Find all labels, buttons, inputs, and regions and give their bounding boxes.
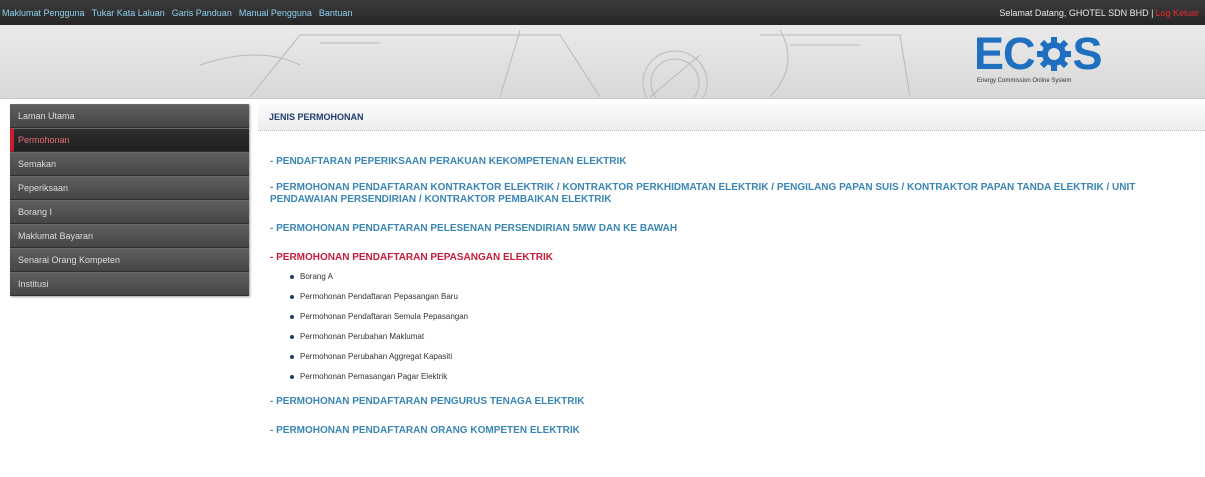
sidebar-item-senarai-orang-kompeten[interactable]: Senarai Orang Kompeten bbox=[10, 248, 249, 272]
list-item[interactable]: Permohonan Pendaftaran Semula Pepasangan bbox=[270, 307, 1190, 327]
nav-tukar-kata-laluan[interactable]: Tukar Kata Laluan bbox=[92, 8, 165, 18]
sidebar-item-peperiksaan[interactable]: Peperiksaan bbox=[10, 176, 249, 200]
nav-maklumat-pengguna[interactable]: Maklumat Pengguna bbox=[2, 8, 85, 18]
subitem-label: Permohonan Perubahan Maklumat bbox=[300, 332, 425, 341]
bullet-icon bbox=[290, 355, 294, 359]
top-bar: Maklumat Pengguna Tukar Kata Laluan Gari… bbox=[0, 0, 1205, 25]
link-pendaftaran-kontraktor[interactable]: - PERMOHONAN PENDAFTARAN KONTRAKTOR ELEK… bbox=[270, 182, 1190, 206]
sidebar-item-institusi[interactable]: Institusi bbox=[10, 272, 249, 296]
bullet-icon bbox=[290, 295, 294, 299]
bullet-icon bbox=[290, 375, 294, 379]
subitem-label: Permohonan Pendaftaran Pepasangan Baru bbox=[300, 292, 458, 301]
nav-bantuan[interactable]: Bantuan bbox=[319, 8, 353, 18]
header-banner: EC S Energy Commission Online System bbox=[0, 25, 1205, 99]
sidebar-item-maklumat-bayaran[interactable]: Maklumat Bayaran bbox=[10, 224, 249, 248]
link-orang-kompeten[interactable]: - PERMOHONAN PENDAFTARAN ORANG KOMPETEN … bbox=[270, 425, 1190, 437]
bullet-icon bbox=[290, 335, 294, 339]
nav-manual-pengguna[interactable]: Manual Pengguna bbox=[239, 8, 312, 18]
link-pendaftaran-peperiksaan[interactable]: - PENDAFTARAN PEPERIKSAAN PERAKUAN KEKOM… bbox=[270, 156, 1190, 168]
gear-icon bbox=[1036, 36, 1071, 71]
pepasangan-subitems: Borang A Permohonan Pendaftaran Pepasang… bbox=[270, 267, 1190, 387]
subitem-label: Permohonan Perubahan Aggregat Kapasiti bbox=[300, 352, 453, 361]
ecos-logo: EC S Energy Commission Online System bbox=[974, 31, 1109, 95]
sidebar-item-laman-utama[interactable]: Laman Utama bbox=[10, 104, 249, 128]
link-pepasangan-elektrik[interactable]: - PERMOHONAN PENDAFTARAN PEPASANGAN ELEK… bbox=[270, 252, 1190, 264]
subitem-label: Borang A bbox=[300, 272, 333, 281]
logout-link[interactable]: Log Keluar bbox=[1155, 8, 1199, 18]
main-content: JENIS PERMOHONAN - PENDAFTARAN PEPERIKSA… bbox=[258, 104, 1205, 477]
sidebar-item-permohonan[interactable]: Permohonan bbox=[10, 128, 249, 152]
logo-text-ec: EC bbox=[974, 28, 1036, 79]
nav-garis-panduan[interactable]: Garis Panduan bbox=[172, 8, 232, 18]
list-item[interactable]: Borang A bbox=[270, 267, 1190, 287]
sidebar-item-borang-i[interactable]: Borang I bbox=[10, 200, 249, 224]
top-nav: Maklumat Pengguna Tukar Kata Laluan Gari… bbox=[2, 0, 359, 25]
application-type-list: - PENDAFTARAN PEPERIKSAAN PERAKUAN KEKOM… bbox=[270, 156, 1190, 437]
list-item[interactable]: Permohonan Perubahan Maklumat bbox=[270, 327, 1190, 347]
welcome-area: Selamat Datang, GHOTEL SDN BHD | Log Kel… bbox=[999, 0, 1199, 25]
welcome-text: Selamat Datang, GHOTEL SDN BHD | bbox=[999, 7, 1154, 18]
link-pelesenan-persendirian[interactable]: - PERMOHONAN PENDAFTARAN PELESENAN PERSE… bbox=[270, 223, 1190, 235]
subitem-label: Permohonan Pendaftaran Semula Pepasangan bbox=[300, 312, 469, 321]
page-title: JENIS PERMOHONAN bbox=[258, 104, 1205, 131]
list-item[interactable]: Permohonan Pendaftaran Pepasangan Baru bbox=[270, 287, 1190, 307]
logo-text-s: S bbox=[1072, 28, 1103, 79]
list-item[interactable]: Permohonan Pemasangan Pagar Elektrik bbox=[270, 367, 1190, 387]
bullet-icon bbox=[290, 275, 294, 279]
bullet-icon bbox=[290, 315, 294, 319]
subitem-label: Permohonan Pemasangan Pagar Elektrik bbox=[300, 372, 448, 381]
sidebar-item-semakan[interactable]: Semakan bbox=[10, 152, 249, 176]
list-item[interactable]: Permohonan Perubahan Aggregat Kapasiti bbox=[270, 347, 1190, 367]
sidebar-menu: Laman Utama Permohonan Semakan Peperiksa… bbox=[10, 104, 249, 296]
link-pengurus-tenaga[interactable]: - PERMOHONAN PENDAFTARAN PENGURUS TENAGA… bbox=[270, 396, 1190, 408]
